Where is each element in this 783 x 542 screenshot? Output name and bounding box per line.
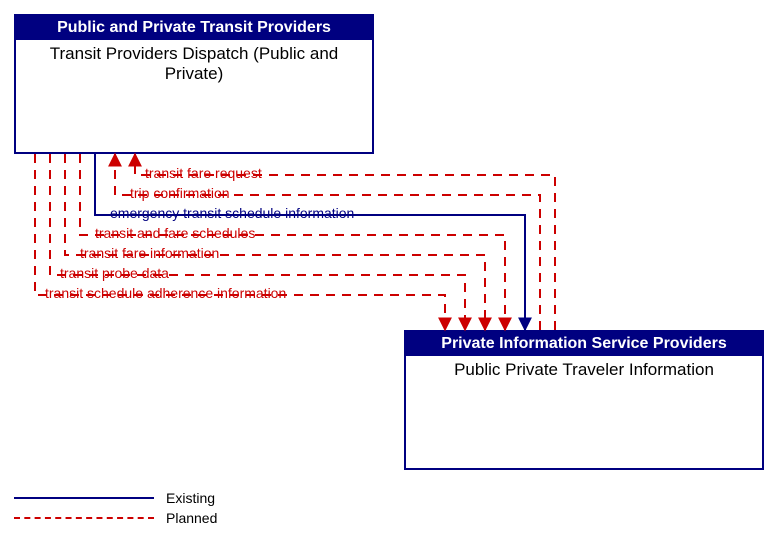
flow-label-transit-fare-request: transit fare request bbox=[145, 165, 262, 181]
legend-label-planned: Planned bbox=[166, 510, 217, 526]
legend-line-planned bbox=[14, 517, 154, 519]
legend-line-existing bbox=[14, 497, 154, 499]
flow-label-transit-and-fare-schedules: transit and fare schedules bbox=[95, 225, 255, 241]
legend-label-existing: Existing bbox=[166, 490, 215, 506]
flow-line bbox=[80, 154, 505, 330]
flow-label-trip-confirmation: trip confirmation bbox=[130, 185, 230, 201]
flow-label-transit-fare-information: transit fare information bbox=[80, 245, 219, 261]
legend-row-planned: Planned bbox=[14, 508, 217, 528]
flow-label-transit-schedule-adherence: transit schedule adherence information bbox=[45, 285, 286, 301]
flow-line bbox=[65, 154, 485, 330]
flow-label-transit-probe-data: transit probe data bbox=[60, 265, 169, 281]
legend: Existing Planned bbox=[14, 488, 217, 528]
legend-row-existing: Existing bbox=[14, 488, 217, 508]
flow-label-emergency-transit-schedule: emergency transit schedule information bbox=[110, 205, 354, 221]
